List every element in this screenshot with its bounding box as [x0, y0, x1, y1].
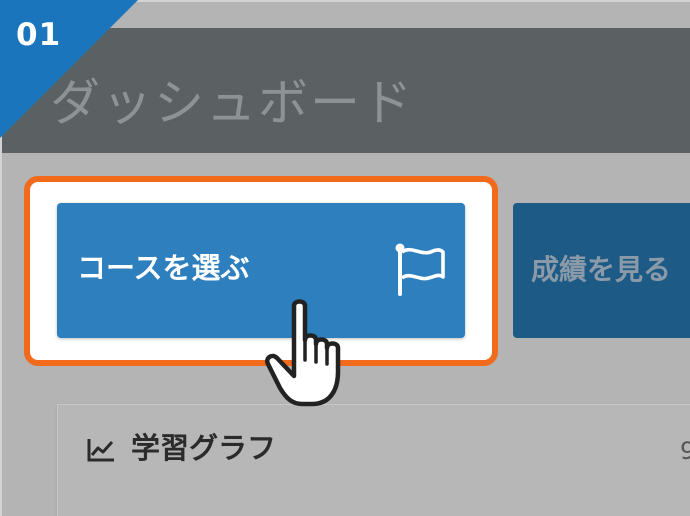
screenshot-frame: ダッシュボード 学習グラフ 9 成績を見る コースを選ぶ 01	[0, 0, 690, 516]
learning-graph-side-text: 9	[680, 437, 690, 465]
view-grades-button[interactable]: 成績を見る	[513, 203, 690, 338]
learning-graph-card: 学習グラフ 9	[57, 404, 690, 516]
step-number: 01	[16, 17, 62, 53]
view-grades-label: 成績を見る	[531, 253, 672, 286]
learning-graph-title: 学習グラフ	[131, 431, 277, 465]
select-course-button[interactable]: コースを選ぶ	[57, 203, 465, 338]
line-chart-icon	[87, 439, 114, 462]
flag-icon	[395, 243, 445, 296]
hand-pointer-icon	[265, 299, 341, 407]
select-course-label: コースを選ぶ	[77, 251, 250, 285]
